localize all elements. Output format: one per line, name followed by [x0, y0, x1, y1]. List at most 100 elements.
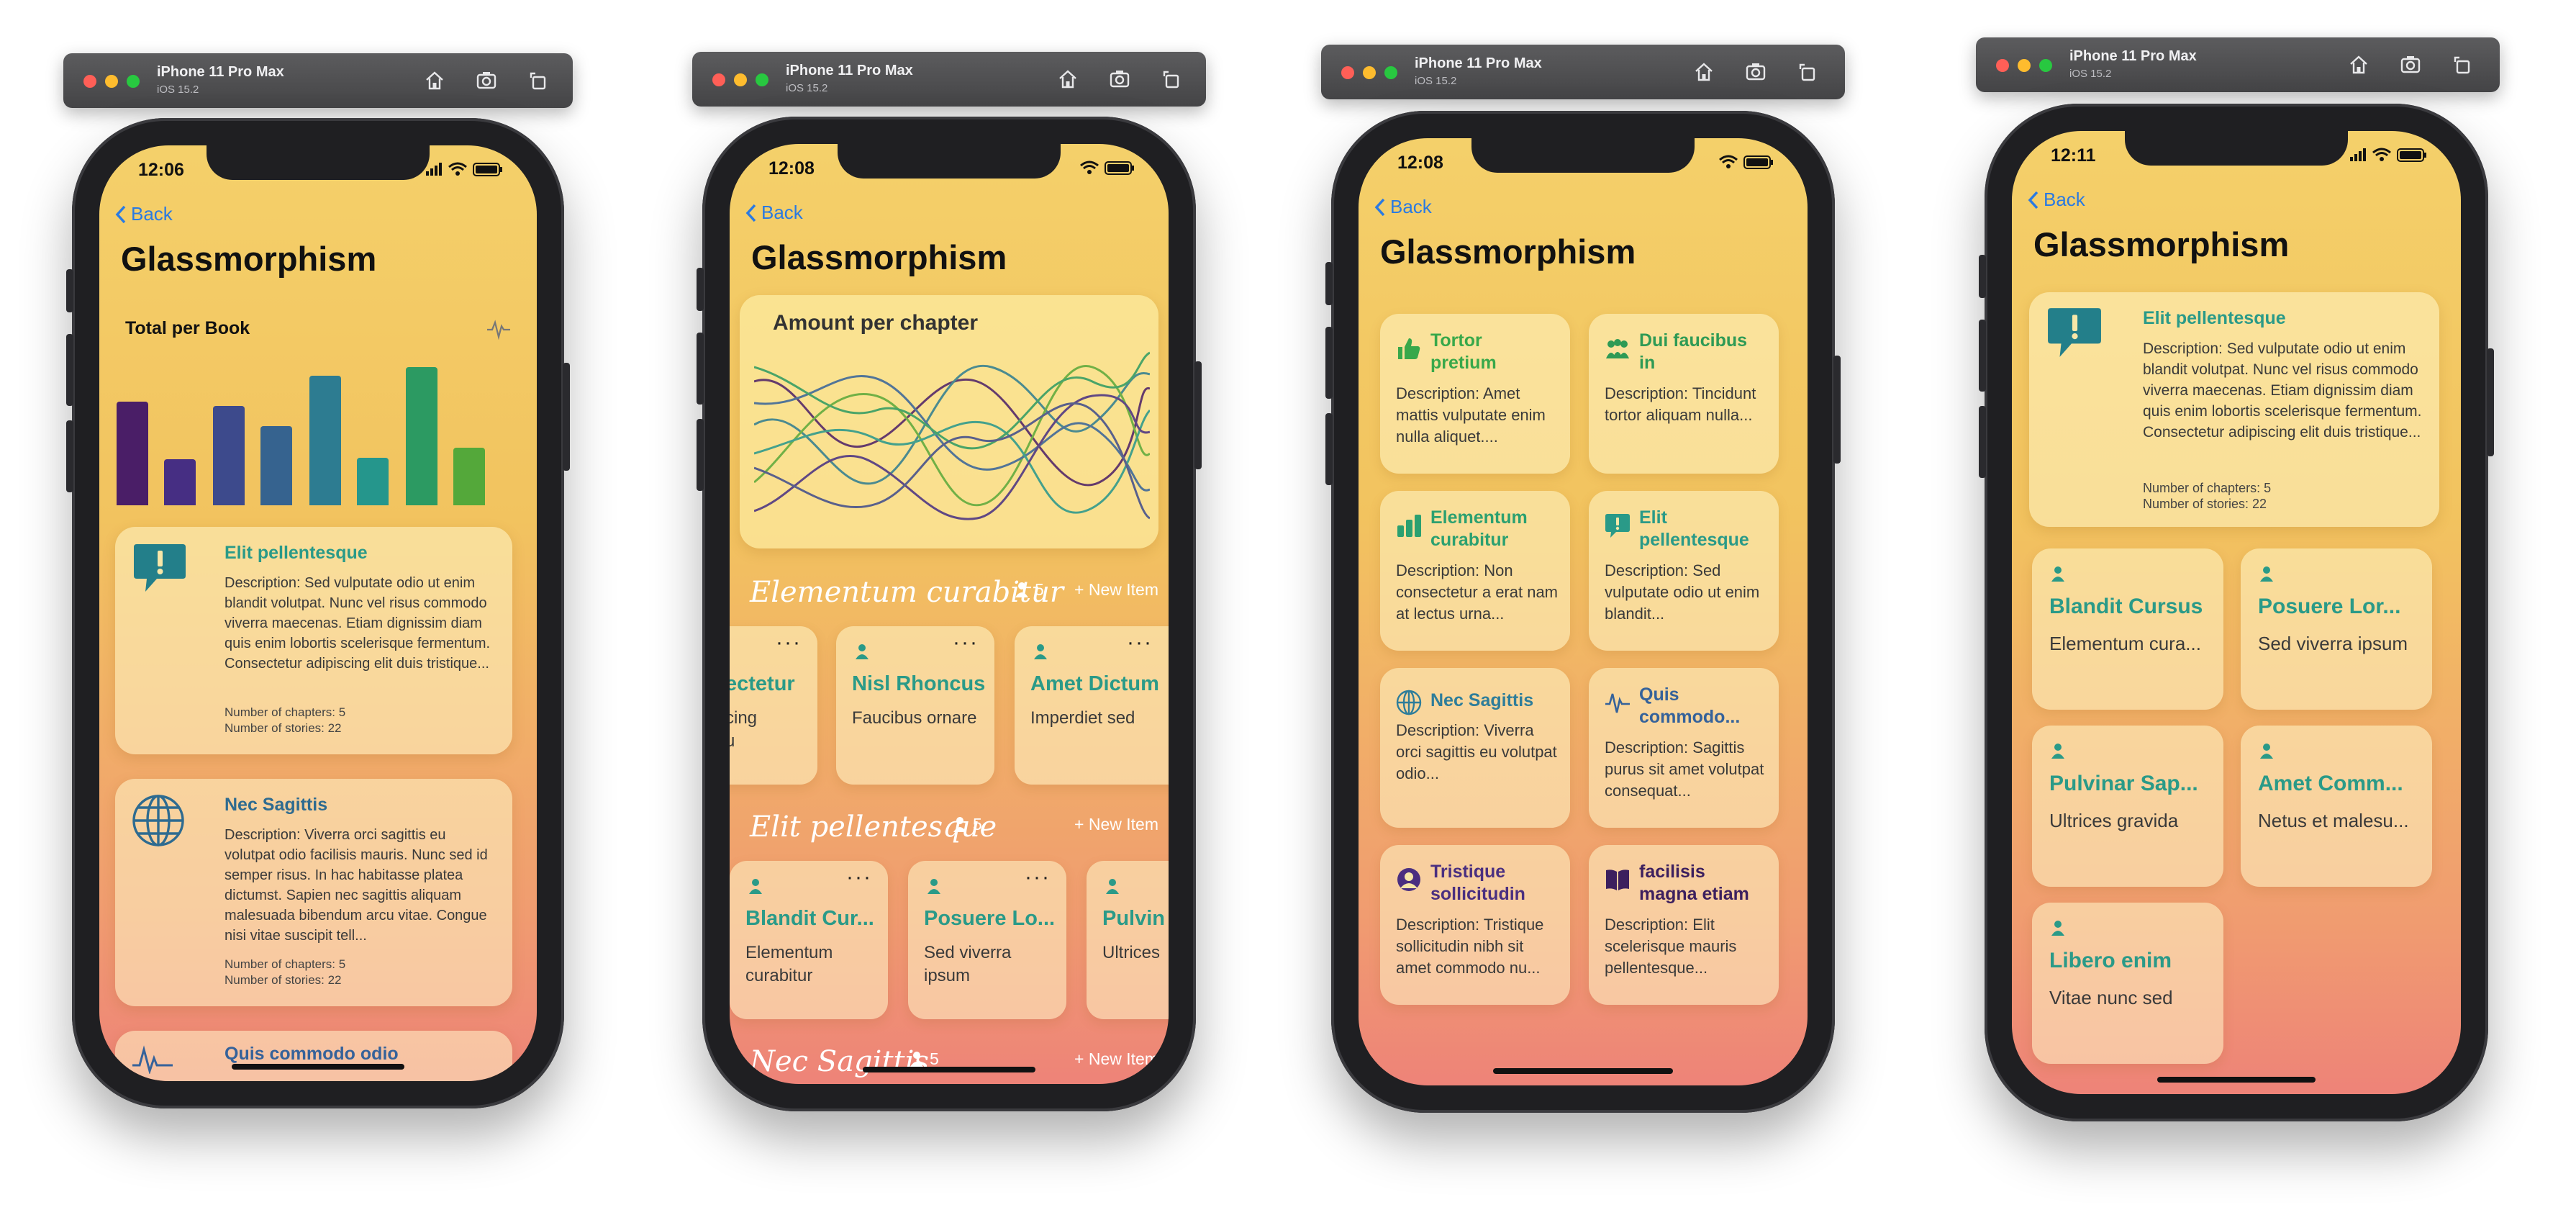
home-icon[interactable]	[423, 69, 446, 92]
story-subtitle: Imperdiet sed	[1030, 708, 1135, 728]
book-tile[interactable]: Dui faucibus in Description: Tincidunt t…	[1589, 314, 1779, 474]
line-chart	[754, 351, 1150, 520]
story-card[interactable]: ··· Posuere Lo... Sed viverra ipsum	[908, 861, 1066, 1019]
volume-up-button	[66, 334, 73, 406]
tile-description: Description: Elit scelerisque mauris pel…	[1605, 916, 1737, 977]
tile-title: Nec Sagittis	[1430, 690, 1534, 710]
volume-up-button	[1325, 327, 1333, 399]
story-subtitle: cing u	[730, 708, 758, 751]
book-tile[interactable]: Tristique sollicitudin Description: Tris…	[1380, 845, 1570, 1005]
screenshot-icon[interactable]	[1744, 60, 1767, 83]
close-window-button[interactable]	[712, 73, 725, 86]
book-tile[interactable]: facilisis magna etiam Description: Elit …	[1589, 845, 1779, 1005]
new-item-button[interactable]: + New Item	[1074, 580, 1158, 600]
back-button[interactable]: Back	[115, 203, 173, 225]
home-icon[interactable]	[2347, 53, 2370, 76]
more-icon[interactable]: ···	[953, 631, 979, 655]
story-card[interactable]: Pulvinar Sap... Ultrices gravida	[2032, 726, 2223, 887]
status-icons	[1719, 155, 1773, 169]
book-tile[interactable]: Quis commodo... Description: Sagittis pu…	[1589, 668, 1779, 828]
story-card[interactable]: ··· ectetur cing u	[730, 626, 817, 785]
zoom-window-button[interactable]	[1384, 66, 1397, 79]
volume-down-button	[697, 419, 704, 491]
side-button	[697, 268, 704, 311]
story-card[interactable]: Libero enim Vitae nunc sed	[2032, 903, 2223, 1064]
close-window-button[interactable]	[1996, 59, 2009, 72]
zoom-window-button[interactable]	[756, 73, 768, 86]
chevron-left-icon	[1374, 198, 1385, 216]
back-label: Back	[2044, 189, 2085, 210]
book-tile[interactable]: Tortor pretium Description: Amet mattis …	[1380, 314, 1570, 474]
story-card[interactable]: ··· Nisl Rhoncus Faucibus ornare	[836, 626, 994, 785]
chart-bar	[260, 426, 292, 505]
minimize-window-button[interactable]	[734, 73, 747, 86]
new-item-button[interactable]: + New Item	[1074, 815, 1158, 834]
story-title: Pulvinar Sap...	[2049, 772, 2198, 795]
exclamation-bubble-icon	[134, 544, 186, 592]
book-card[interactable]: Nec Sagittis Description: Viverra orci s…	[115, 779, 512, 1006]
story-card[interactable]: Posuere Lor... Sed viverra ipsum	[2241, 548, 2432, 710]
minimize-window-button[interactable]	[1363, 66, 1376, 79]
person-icon	[1015, 582, 1028, 597]
home-icon[interactable]	[1692, 60, 1715, 83]
person-circle-icon	[1397, 868, 1420, 891]
story-card[interactable]: ··· Amet Dictum Imperdiet sed	[1015, 626, 1169, 785]
new-item-button[interactable]: + New Item	[1074, 1049, 1158, 1069]
book-card[interactable]: Elit pellentesque Description: Sed vulpu…	[2029, 292, 2439, 527]
story-card[interactable]: Pulvin Ultrices	[1087, 861, 1169, 1019]
more-icon[interactable]: ···	[776, 631, 802, 655]
person-icon	[2051, 921, 2064, 936]
minimize-window-button[interactable]	[2018, 59, 2031, 72]
os-version: iOS 15.2	[2069, 68, 2112, 80]
book-card[interactable]: Elit pellentesque Description: Sed vulpu…	[115, 527, 512, 754]
zoom-window-button[interactable]	[2039, 59, 2052, 72]
screenshot-icon[interactable]	[475, 69, 498, 92]
chart-title: Total per Book	[125, 318, 250, 338]
close-window-button[interactable]	[83, 75, 96, 88]
book-tile[interactable]: Elit pellentesque Description: Sed vulpu…	[1589, 491, 1779, 651]
page-title: Glassmorphism	[1380, 232, 1636, 271]
rotate-icon[interactable]	[1796, 60, 1819, 83]
tile-title: Dui faucibus in	[1639, 330, 1748, 373]
book-tile[interactable]: Nec Sagittis Description: Viverra orci s…	[1380, 668, 1570, 828]
tile-description: Description: Non consectetur a erat nam …	[1396, 561, 1559, 623]
chevron-left-icon	[2028, 191, 2038, 209]
notch	[838, 144, 1061, 179]
chevron-left-icon	[745, 204, 756, 222]
minimize-window-button[interactable]	[105, 75, 118, 88]
home-indicator	[1493, 1068, 1673, 1074]
page-title: Glassmorphism	[751, 238, 1007, 276]
back-button[interactable]: Back	[745, 202, 803, 224]
back-button[interactable]: Back	[1374, 196, 1432, 218]
screenshot-icon[interactable]	[2399, 53, 2422, 76]
book-card[interactable]: Quis commodo odio	[115, 1031, 512, 1081]
more-icon[interactable]: ···	[846, 865, 872, 890]
more-icon[interactable]: ···	[1127, 631, 1153, 655]
bar-chart	[117, 361, 520, 505]
rotate-icon[interactable]	[2451, 53, 2474, 76]
rotate-icon[interactable]	[1160, 68, 1183, 91]
screenshot-icon[interactable]	[1108, 68, 1131, 91]
story-card[interactable]: ··· Blandit Cur... Elementum curabitur	[730, 861, 888, 1019]
back-label: Back	[131, 203, 173, 225]
rotate-icon[interactable]	[527, 69, 550, 92]
zoom-window-button[interactable]	[127, 75, 140, 88]
story-title: Posuere Lor...	[2258, 595, 2401, 618]
chart-bar	[309, 376, 341, 505]
device-name: iPhone 11 Pro Max	[2069, 48, 2197, 64]
card-title: Elit pellentesque	[2143, 308, 2286, 328]
story-subtitle: Netus et malesu...	[2258, 810, 2409, 831]
more-icon[interactable]: ···	[1025, 865, 1051, 890]
device-name: iPhone 11 Pro Max	[786, 63, 913, 78]
card-title: Nec Sagittis	[225, 795, 328, 815]
story-card[interactable]: Blandit Cursus Elementum cura...	[2032, 548, 2223, 710]
line-chart-card: Amount per chapter	[740, 295, 1158, 548]
stories-count: Number of stories: 22	[225, 973, 342, 987]
back-button[interactable]: Back	[2028, 189, 2085, 211]
story-card[interactable]: Amet Comm... Netus et malesu...	[2241, 726, 2432, 887]
home-icon[interactable]	[1056, 68, 1079, 91]
card-description: Description: Sed vulputate odio ut enim …	[225, 575, 491, 672]
chart-title: Amount per chapter	[773, 311, 979, 335]
close-window-button[interactable]	[1341, 66, 1354, 79]
book-tile[interactable]: Elementum curabitur Description: Non con…	[1380, 491, 1570, 651]
